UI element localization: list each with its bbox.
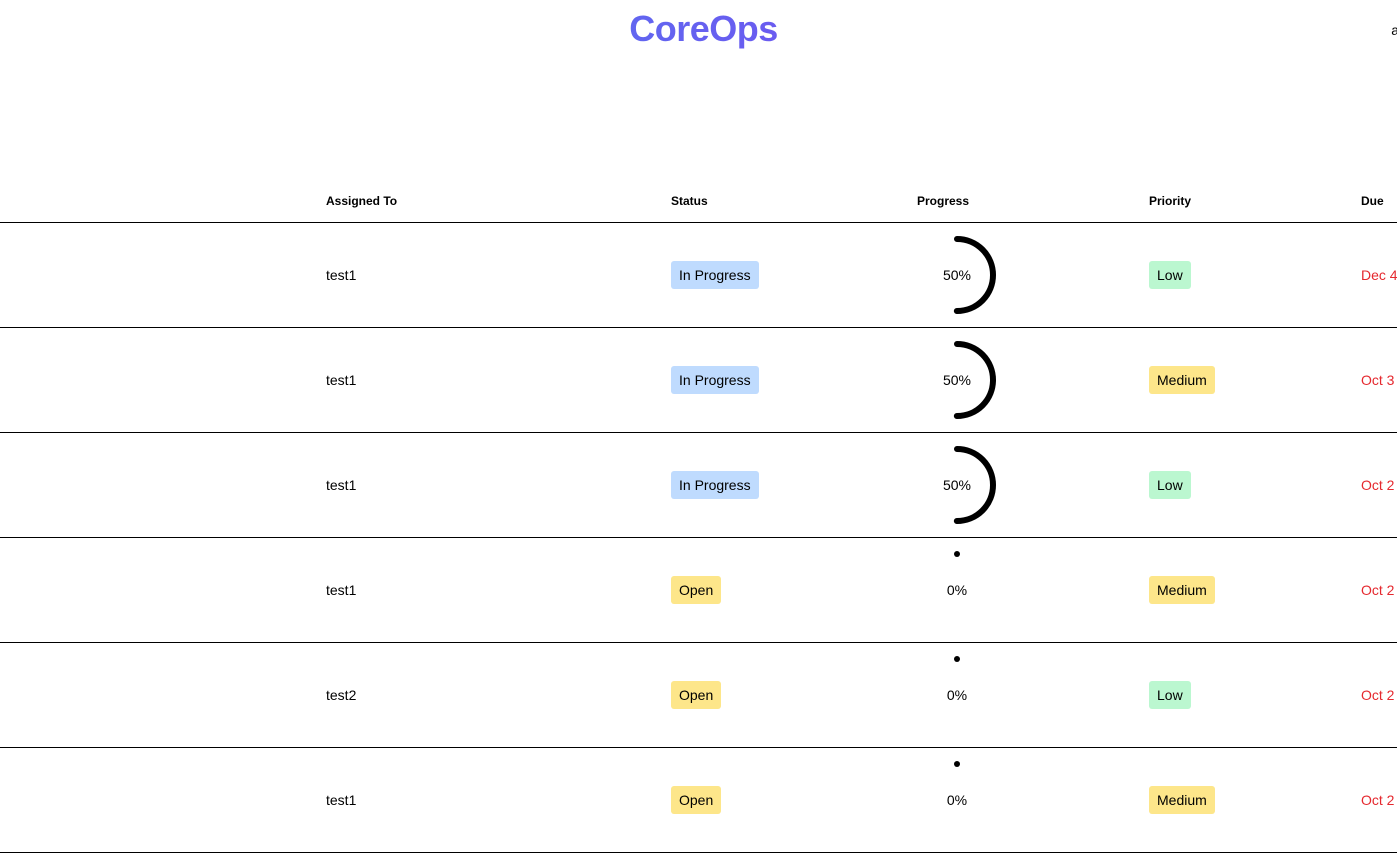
due-date: Oct 2 <box>1361 687 1395 703</box>
status-badge: Open <box>671 786 722 814</box>
priority-badge: Low <box>1149 681 1191 709</box>
column-header-status[interactable]: Status <box>671 194 708 208</box>
status-badge: Open <box>671 681 722 709</box>
due-date: Oct 2 <box>1361 582 1395 598</box>
assigned-to-text: test1 <box>326 267 357 283</box>
page: CoreOps a Assigned To Status Progress Pr… <box>0 0 1397 862</box>
assigned-to-text: test1 <box>326 582 357 598</box>
app-logo[interactable]: CoreOps <box>0 8 1397 50</box>
assigned-to-text: test1 <box>326 792 357 808</box>
column-header-due[interactable]: Due <box>1361 194 1384 208</box>
app-header: CoreOps a <box>0 0 1397 60</box>
due-date: Oct 2 <box>1361 792 1395 808</box>
column-header-progress[interactable]: Progress <box>917 194 969 208</box>
status-badge: Open <box>671 576 722 604</box>
priority-badge: Medium <box>1149 786 1215 814</box>
table-row[interactable]: test2 Open 0% Low Oct 2 <box>0 643 1397 748</box>
progress-percent-label: 50% <box>942 477 972 493</box>
progress-ring: 50% <box>917 445 997 525</box>
due-date: Dec 4 <box>1361 267 1397 283</box>
status-badge: In Progress <box>671 261 759 289</box>
priority-badge: Medium <box>1149 366 1215 394</box>
table-row[interactable]: test1 In Progress 50% Medium Oct 3 <box>0 328 1397 433</box>
progress-ring: 50% <box>917 340 997 420</box>
progress-ring: 0% <box>917 760 997 840</box>
assigned-to-text: test1 <box>326 477 357 493</box>
status-badge: In Progress <box>671 471 759 499</box>
column-header-priority[interactable]: Priority <box>1149 194 1191 208</box>
assigned-to-text: test1 <box>326 372 357 388</box>
column-header-assigned-to[interactable]: Assigned To <box>326 194 397 208</box>
progress-percent-label: 0% <box>946 582 968 598</box>
table-row[interactable]: test1 Open 0% Medium Oct 2 <box>0 748 1397 853</box>
table-row[interactable]: test1 In Progress 50% Low Oct 2 <box>0 433 1397 538</box>
progress-percent-label: 0% <box>946 792 968 808</box>
priority-badge: Low <box>1149 471 1191 499</box>
table-row[interactable]: test1 In Progress 50% Low Dec 4 <box>0 223 1397 328</box>
assigned-to-text: test2 <box>326 687 357 703</box>
header-edge-text: a <box>1391 22 1397 38</box>
due-date: Oct 2 <box>1361 477 1395 493</box>
table-header: Assigned To Status Progress Priority Due <box>0 185 1397 223</box>
progress-percent-label: 50% <box>942 372 972 388</box>
priority-badge: Medium <box>1149 576 1215 604</box>
progress-ring: 50% <box>917 235 997 315</box>
progress-percent-label: 50% <box>942 267 972 283</box>
status-badge: In Progress <box>671 366 759 394</box>
table-row[interactable]: test1 Open 0% Medium Oct 2 <box>0 538 1397 643</box>
progress-ring: 0% <box>917 550 997 630</box>
progress-ring: 0% <box>917 655 997 735</box>
priority-badge: Low <box>1149 261 1191 289</box>
due-date: Oct 3 <box>1361 372 1395 388</box>
progress-percent-label: 0% <box>946 687 968 703</box>
task-table: Assigned To Status Progress Priority Due… <box>0 185 1397 853</box>
table-body: test1 In Progress 50% Low Dec 4 test1 In Progr… <box>0 223 1397 853</box>
